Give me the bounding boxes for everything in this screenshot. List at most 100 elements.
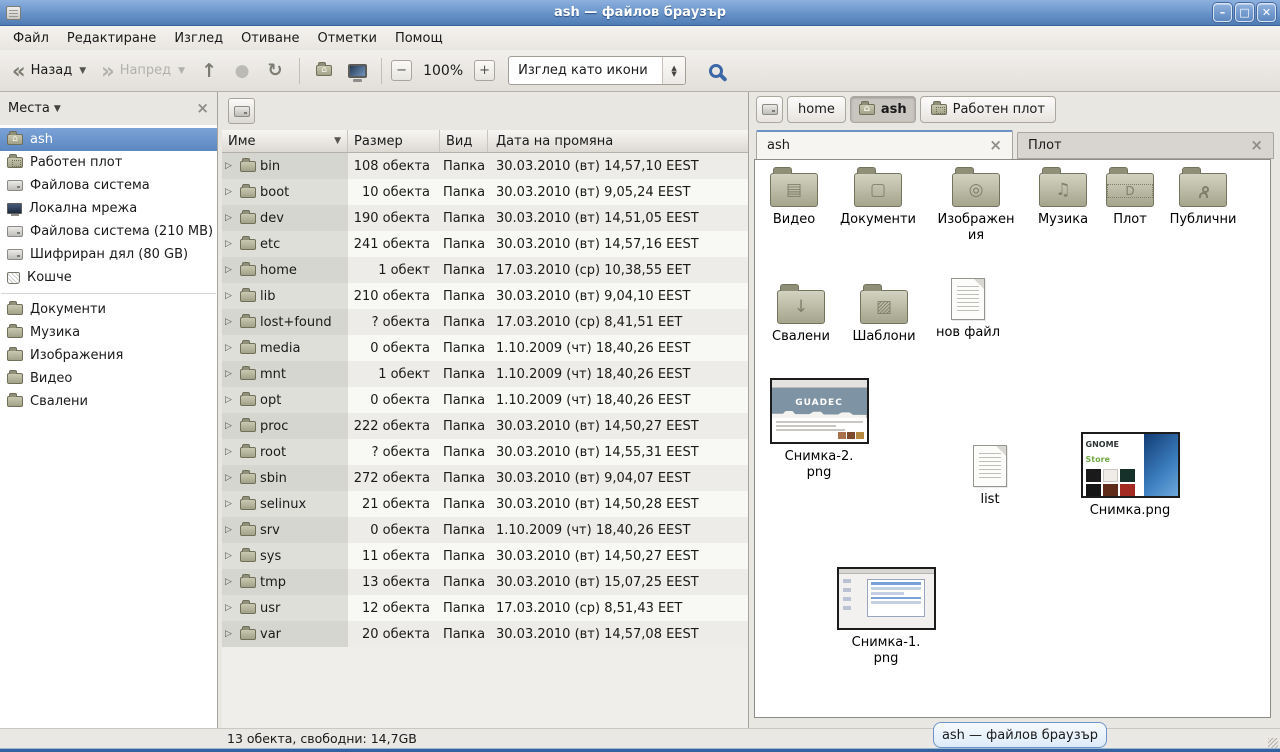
table-row[interactable]: ▷ opt 0 обекта Папка 1.10.2009 (чт) 18,4… <box>222 387 748 413</box>
column-header-type[interactable]: Вид <box>440 130 488 152</box>
back-dropdown-icon[interactable]: ▼ <box>79 66 86 76</box>
sidebar-item-10[interactable]: Видео <box>0 367 217 390</box>
expander-icon[interactable]: ▷ <box>225 265 236 275</box>
table-row[interactable]: ▷ home 1 обект Папка 17.03.2010 (ср) 10,… <box>222 257 748 283</box>
table-row[interactable]: ▷ usr 12 обекта Папка 17.03.2010 (ср) 8,… <box>222 595 748 621</box>
resize-grip[interactable] <box>1268 738 1278 748</box>
table-row[interactable]: ▷ bin 108 обекта Папка 30.03.2010 (вт) 1… <box>222 153 748 179</box>
file-list[interactable]: list <box>950 445 1030 508</box>
expander-icon[interactable]: ▷ <box>225 239 236 249</box>
expander-icon[interactable]: ▷ <box>225 499 236 509</box>
expander-icon[interactable]: ▷ <box>225 343 236 353</box>
sidebar-item-2[interactable]: Файлова система <box>0 174 217 197</box>
table-row[interactable]: ▷ root ? обекта Папка 30.03.2010 (вт) 14… <box>222 439 748 465</box>
forward-dropdown-icon[interactable]: ▼ <box>178 66 185 76</box>
view-mode-select[interactable]: Изглед като икони ▲▼ <box>508 56 686 85</box>
expander-icon[interactable]: ▷ <box>225 317 236 327</box>
table-row[interactable]: ▷ lost+found ? обекта Папка 17.03.2010 (… <box>222 309 748 335</box>
breadcrumb-ash-button[interactable]: ash <box>850 96 916 123</box>
menu-bookmarks[interactable]: Отметки <box>308 26 385 50</box>
column-header-size[interactable]: Размер <box>348 130 440 152</box>
combo-spinner-icon[interactable]: ▲▼ <box>662 57 685 84</box>
expander-icon[interactable]: ▷ <box>225 369 236 379</box>
close-button[interactable]: ✕ <box>1257 3 1276 22</box>
column-header-date[interactable]: Дата на промяна <box>488 130 748 152</box>
forward-button[interactable]: » Напред ▼ <box>95 58 191 84</box>
folder-video[interactable]: ▤ Видео <box>754 165 834 228</box>
root-location-button[interactable] <box>228 98 255 124</box>
up-button[interactable]: ↑ <box>194 56 224 86</box>
back-button[interactable]: « Назад ▼ <box>6 58 92 84</box>
folder-documents[interactable]: ▢ Документи <box>838 165 918 228</box>
expander-icon[interactable]: ▷ <box>225 551 236 561</box>
sidebar-title[interactable]: Места <box>8 101 50 116</box>
sidebar-close-icon[interactable]: × <box>196 101 209 116</box>
table-row[interactable]: ▷ mnt 1 обект Папка 1.10.2009 (чт) 18,40… <box>222 361 748 387</box>
expander-icon[interactable]: ▷ <box>225 603 236 613</box>
tab-close-icon[interactable]: × <box>1250 138 1263 153</box>
reload-button[interactable]: ↻ <box>260 56 290 86</box>
sidebar-item-3[interactable]: Локална мрежа <box>0 197 217 220</box>
expander-icon[interactable]: ▷ <box>225 525 236 535</box>
stop-button[interactable]: ● <box>227 56 257 86</box>
breadcrumb-root-button[interactable] <box>756 96 783 123</box>
sidebar-item-6[interactable]: Кошче <box>0 266 217 289</box>
expander-icon[interactable]: ▷ <box>225 473 236 483</box>
sidebar-item-8[interactable]: Музика <box>0 321 217 344</box>
file-snimka[interactable]: GNOME Store Снимка.png <box>1080 432 1180 519</box>
table-row[interactable]: ▷ srv 0 обекта Папка 1.10.2009 (чт) 18,4… <box>222 517 748 543</box>
expander-icon[interactable]: ▷ <box>225 421 236 431</box>
menu-help[interactable]: Помощ <box>386 26 452 50</box>
file-new-file[interactable]: нов файл <box>928 278 1008 341</box>
table-row[interactable]: ▷ sys 11 обекта Папка 30.03.2010 (вт) 14… <box>222 543 748 569</box>
table-row[interactable]: ▷ etc 241 обекта Папка 30.03.2010 (вт) 1… <box>222 231 748 257</box>
folder-public[interactable]: Публични <box>1163 165 1243 228</box>
sidebar-item-11[interactable]: Свалени <box>0 390 217 413</box>
expander-icon[interactable]: ▷ <box>225 161 236 171</box>
menu-view[interactable]: Изглед <box>165 26 232 50</box>
table-row[interactable]: ▷ lib 210 обекта Папка 30.03.2010 (вт) 9… <box>222 283 748 309</box>
icon-view[interactable]: ▤ Видео ▢ Документи ◎ Изображения ♫ Музи… <box>754 159 1271 718</box>
menu-edit[interactable]: Редактиране <box>58 26 165 50</box>
computer-button[interactable] <box>342 56 372 86</box>
expander-icon[interactable]: ▷ <box>225 213 236 223</box>
table-row[interactable]: ▷ dev 190 обекта Папка 30.03.2010 (вт) 1… <box>222 205 748 231</box>
folder-images[interactable]: ◎ Изображения <box>936 165 1016 244</box>
expander-icon[interactable]: ▷ <box>225 577 236 587</box>
home-button[interactable] <box>309 56 339 86</box>
table-row[interactable]: ▷ var 20 обекта Папка 30.03.2010 (вт) 14… <box>222 621 748 647</box>
table-row[interactable]: ▷ media 0 обекта Папка 1.10.2009 (чт) 18… <box>222 335 748 361</box>
folder-downloads[interactable]: ↓ Свалени <box>761 282 841 345</box>
expander-icon[interactable]: ▷ <box>225 395 236 405</box>
table-row[interactable]: ▷ proc 222 обекта Папка 30.03.2010 (вт) … <box>222 413 748 439</box>
sidebar-item-7[interactable]: Документи <box>0 298 217 321</box>
folder-desktop[interactable]: D Плот <box>1090 165 1170 228</box>
menu-go[interactable]: Отиване <box>232 26 308 50</box>
tab-plot[interactable]: Плот × <box>1017 132 1274 159</box>
menu-file[interactable]: Файл <box>4 26 58 50</box>
zoom-out-button[interactable]: − <box>391 60 412 81</box>
expander-icon[interactable]: ▷ <box>225 447 236 457</box>
sidebar-item-0[interactable]: ash <box>0 128 217 151</box>
expander-icon[interactable]: ▷ <box>225 291 236 301</box>
minimize-button[interactable]: – <box>1213 3 1232 22</box>
sidebar-item-1[interactable]: Работен плот <box>0 151 217 174</box>
file-snimka-2[interactable]: GUADEC Снимка-2.png <box>769 378 869 481</box>
tab-close-icon[interactable]: × <box>989 138 1002 153</box>
column-header-name[interactable]: Име ▼ <box>222 130 348 152</box>
tab-ash[interactable]: ash × <box>756 130 1013 159</box>
maximize-button[interactable]: □ <box>1235 3 1254 22</box>
file-snimka-1[interactable]: Снимка-1.png <box>836 567 936 667</box>
table-row[interactable]: ▷ tmp 13 обекта Папка 30.03.2010 (вт) 15… <box>222 569 748 595</box>
table-row[interactable]: ▷ selinux 21 обекта Папка 30.03.2010 (вт… <box>222 491 748 517</box>
search-button[interactable] <box>699 55 733 87</box>
table-row[interactable]: ▷ sbin 272 обекта Папка 30.03.2010 (вт) … <box>222 465 748 491</box>
breadcrumb-desktop-button[interactable]: Работен плот <box>920 96 1056 123</box>
sidebar-item-9[interactable]: Изображения <box>0 344 217 367</box>
expander-icon[interactable]: ▷ <box>225 187 236 197</box>
table-row[interactable]: ▷ boot 10 обекта Папка 30.03.2010 (вт) 9… <box>222 179 748 205</box>
breadcrumb-home-button[interactable]: home <box>787 96 846 123</box>
sidebar-item-4[interactable]: Файлова система (210 MB) <box>0 220 217 243</box>
zoom-in-button[interactable]: + <box>474 60 495 81</box>
sidebar-item-5[interactable]: Шифриран дял (80 GB) <box>0 243 217 266</box>
